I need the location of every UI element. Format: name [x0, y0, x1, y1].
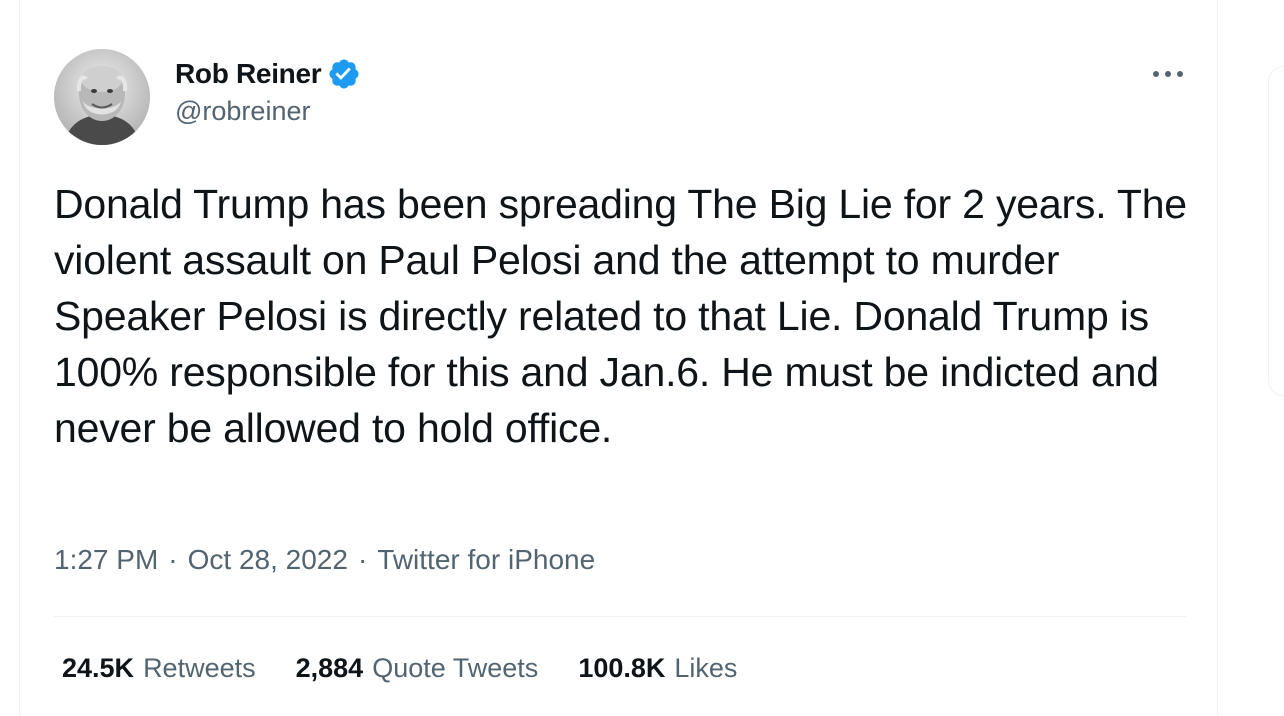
author-handle[interactable]: @robreiner — [175, 96, 361, 127]
avatar-photo — [54, 49, 150, 145]
verified-badge-icon — [327, 57, 361, 91]
likes-count: 100.8K — [578, 653, 666, 683]
more-horizontal-icon — [1151, 66, 1185, 84]
author-name-row: Rob Reiner — [175, 56, 361, 92]
tweet-time[interactable]: 1:27 PM — [54, 544, 158, 576]
quote-tweets-count: 2,884 — [295, 653, 364, 683]
tweet-detail-column: Rob Reiner @robreiner Donald Trump has b… — [19, 0, 1218, 716]
divider — [54, 616, 1186, 617]
sidebar-card — [1268, 66, 1284, 396]
meta-separator: · — [168, 544, 178, 575]
quote-tweets-label: Quote Tweets — [372, 653, 539, 683]
right-sidebar-edge — [1260, 0, 1284, 716]
avatar[interactable] — [54, 49, 150, 145]
author-display-name[interactable]: Rob Reiner — [175, 58, 322, 90]
retweets-label: Retweets — [143, 653, 256, 683]
tweet-source[interactable]: Twitter for iPhone — [377, 544, 595, 576]
likes-label: Likes — [674, 653, 738, 683]
retweets-stat[interactable]: 24.5K Retweets — [62, 653, 256, 684]
tweet-text: Donald Trump has been spreading The Big … — [54, 181, 1199, 451]
tweet-date[interactable]: Oct 28, 2022 — [188, 544, 348, 576]
author-info: Rob Reiner @robreiner — [175, 56, 361, 127]
quote-tweets-stat[interactable]: 2,884 Quote Tweets — [296, 653, 539, 684]
more-options-button[interactable] — [1148, 58, 1188, 92]
likes-stat[interactable]: 100.8K Likes — [578, 653, 737, 684]
page: Rob Reiner @robreiner Donald Trump has b… — [0, 0, 1284, 716]
retweets-count: 24.5K — [62, 653, 135, 683]
meta-separator: · — [357, 544, 368, 575]
tweet-stats: 24.5K Retweets 2,884 Quote Tweets 100.8K… — [62, 653, 737, 684]
tweet-metadata: 1:27 PM · Oct 28, 2022 · Twitter for iPh… — [54, 544, 595, 576]
